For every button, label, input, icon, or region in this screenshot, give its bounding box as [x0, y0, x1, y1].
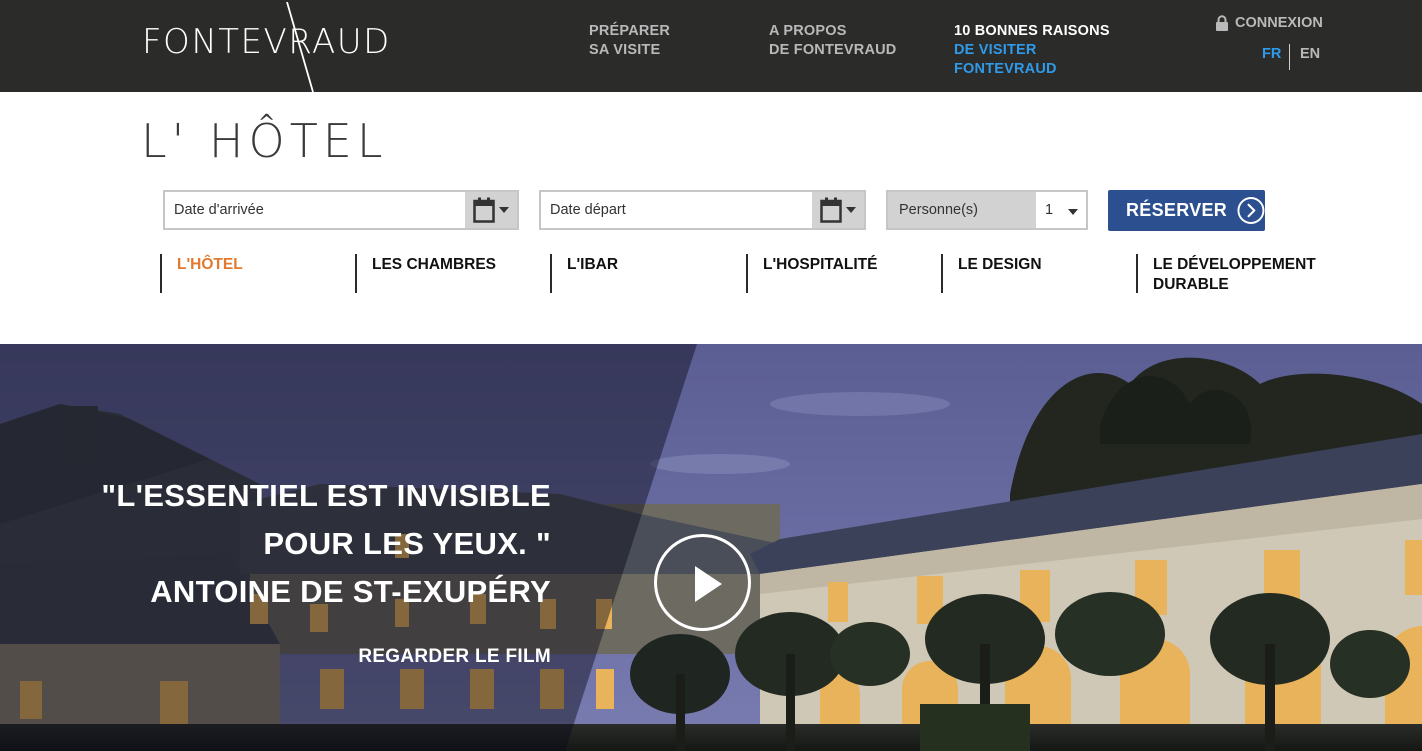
caret-down-icon — [1068, 209, 1078, 215]
sub-nav-ibar[interactable]: L'IBAR — [550, 254, 618, 293]
hero-banner: "L'ESSENTIEL EST INVISIBLE POUR LES YEUX… — [0, 344, 1422, 751]
reserve-button[interactable]: RÉSERVER — [1108, 190, 1265, 231]
language-fr[interactable]: FR — [1262, 46, 1281, 62]
chevron-right-circle-icon — [1237, 197, 1265, 224]
login-link[interactable]: CONNEXION — [1215, 13, 1323, 33]
arrival-date-placeholder: Date d'arrivée — [174, 202, 264, 218]
top-nav-10-bonnes-raisons[interactable]: 10 BONNES RAISONS DE VISITER FONTEVRAUD — [954, 22, 1110, 79]
page-title: L' HÔTEL — [141, 114, 388, 168]
persons-count-value: 1 — [1045, 202, 1054, 218]
persons-label: Personne(s) — [899, 202, 978, 218]
top-nav-preparer-visite[interactable]: PRÉPARER SA VISITE — [589, 22, 670, 60]
top-nav-a-propos[interactable]: A PROPOS DE FONTEVRAUD — [769, 22, 896, 60]
logo-slash-mark — [286, 2, 314, 92]
top-nav-label-line2: SA VISITE — [589, 42, 661, 58]
top-nav-label-line2: DE VISITER — [954, 42, 1037, 58]
hero-quote-line: "L'ESSENTIEL EST INVISIBLE — [101, 478, 551, 513]
top-nav-label-line1: 10 BONNES RAISONS — [954, 23, 1110, 39]
caret-down-icon — [499, 207, 509, 213]
arrival-date-field[interactable]: Date d'arrivée — [163, 190, 519, 230]
language-en[interactable]: EN — [1300, 46, 1320, 62]
departure-date-placeholder: Date départ — [550, 202, 626, 218]
calendar-icon — [820, 197, 842, 223]
play-icon[interactable] — [654, 534, 751, 631]
persons-count-dropdown[interactable]: 1 — [1036, 192, 1086, 228]
lock-icon — [1216, 14, 1228, 31]
hero-quote-author: ANTOINE DE ST-EXUPÉRY — [150, 574, 551, 609]
fontevraud-logo[interactable]: FONTEVRAUD — [142, 22, 391, 62]
caret-down-icon — [846, 207, 856, 213]
sub-nav-hospitalite[interactable]: L'HOSPITALITÉ — [746, 254, 877, 293]
departure-calendar-button[interactable] — [812, 192, 864, 228]
top-nav-label-line3: FONTEVRAUD — [954, 61, 1057, 77]
top-nav-label-line2: DE FONTEVRAUD — [769, 42, 897, 58]
sub-nav-hotel[interactable]: L'HÔTEL — [160, 254, 243, 293]
departure-date-field[interactable]: Date départ — [539, 190, 866, 230]
hero-quote: "L'ESSENTIEL EST INVISIBLE POUR LES YEUX… — [101, 472, 551, 616]
sub-nav-chambres[interactable]: LES CHAMBRES — [355, 254, 496, 293]
persons-select[interactable]: Personne(s) 1 — [886, 190, 1088, 230]
hero-quote-line: POUR LES YEUX. " — [263, 526, 551, 561]
sub-nav-design[interactable]: LE DESIGN — [941, 254, 1042, 293]
top-nav-label-line1: PRÉPARER — [589, 23, 671, 39]
language-divider — [1289, 44, 1290, 70]
login-label: CONNEXION — [1235, 15, 1323, 31]
arrival-calendar-button[interactable] — [465, 192, 517, 228]
sub-nav-developpement-durable[interactable]: LE DÉVELOPPEMENT DURABLE — [1136, 254, 1326, 293]
top-bar: FONTEVRAUD PRÉPARER SA VISITE A PROPOS D… — [0, 0, 1422, 92]
reserve-label: RÉSERVER — [1126, 200, 1228, 220]
top-nav-label-line1: A PROPOS — [769, 23, 847, 39]
calendar-icon — [473, 197, 495, 223]
watch-film-link[interactable]: REGARDER LE FILM — [358, 646, 551, 668]
logo-text: FONTEVRAUD — [142, 22, 391, 62]
